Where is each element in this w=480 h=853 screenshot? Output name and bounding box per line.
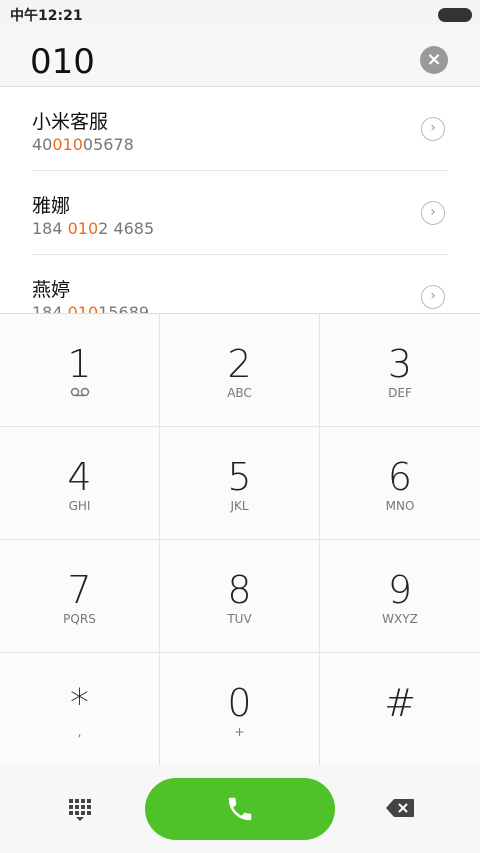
key-1[interactable]: 1 [0,314,160,427]
dial-bar: 010 × [0,26,480,87]
dial-input[interactable]: 010 [30,42,95,82]
contact-number: 4001005678 [32,135,134,154]
contact-name: 小米客服 [32,111,109,133]
chevron-right-icon[interactable]: › [421,285,445,309]
list-item[interactable]: 雅娜 184 0102 4685 › [0,171,480,255]
key-2[interactable]: 2 ABC [160,314,320,427]
keypad-icon[interactable] [68,798,92,822]
key-4[interactable]: 4 GHI [0,427,160,540]
voicemail-icon [0,386,159,400]
bottom-bar [0,765,480,853]
phone-icon [228,797,252,821]
status-time: 中午12:21 [10,8,83,24]
dial-keypad: 1 2 ABC 3 DEF 4 GHI 5 JKL 6 MNO 7 PQRS 8… [0,313,480,766]
contact-name: 雅娜 [32,195,71,217]
key-9[interactable]: 9 WXYZ [320,540,480,653]
chevron-right-icon[interactable]: › [421,117,445,141]
list-item[interactable]: 小米客服 4001005678 › [0,87,480,171]
key-star[interactable]: * , [0,653,160,766]
key-7[interactable]: 7 PQRS [0,540,160,653]
clear-icon[interactable]: × [420,46,448,74]
key-hash[interactable]: # [320,653,480,766]
key-8[interactable]: 8 TUV [160,540,320,653]
search-results: 小米客服 4001005678 › 雅娜 184 0102 4685 › 燕婷 … [0,87,480,313]
key-6[interactable]: 6 MNO [320,427,480,540]
backspace-icon[interactable] [385,798,415,818]
key-5[interactable]: 5 JKL [160,427,320,540]
key-0[interactable]: 0 + [160,653,320,766]
call-button[interactable] [145,778,335,840]
battery-icon [438,8,472,22]
status-bar: 中午12:21 [0,0,480,26]
chevron-right-icon[interactable]: › [421,201,445,225]
contact-number: 184 01015689 [32,303,150,313]
key-3[interactable]: 3 DEF [320,314,480,427]
contact-name: 燕婷 [32,279,71,301]
list-item[interactable]: 燕婷 184 01015689 › [0,255,480,313]
contact-number: 184 0102 4685 [32,219,155,238]
